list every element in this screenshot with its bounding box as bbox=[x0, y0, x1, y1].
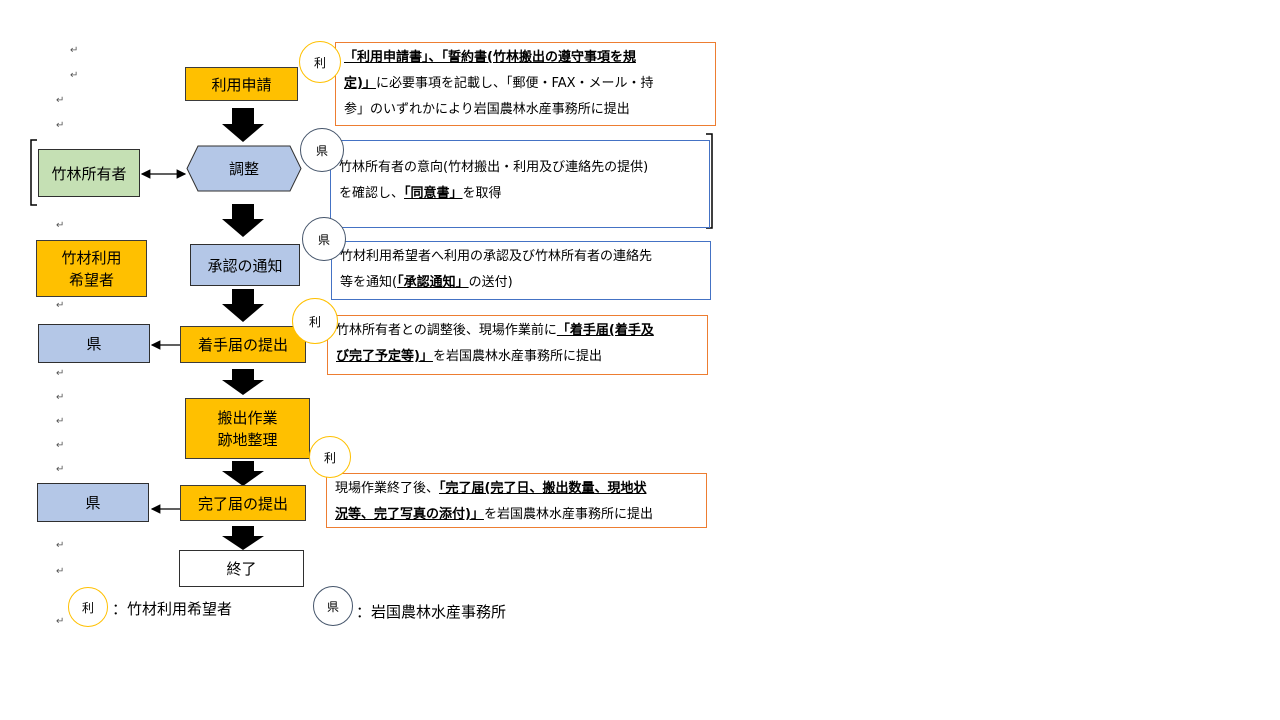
note-adjust-a2: を確認し、 bbox=[339, 186, 405, 201]
note-complete-b2: を岩国農林水産事務所に提出 bbox=[483, 507, 653, 522]
flow-arrow-1 bbox=[222, 108, 264, 142]
step-approval-notice: 承認の通知 bbox=[190, 244, 300, 286]
owner-label: 竹林所有者 bbox=[51, 164, 127, 183]
note-apply: 「利用申請書」、「誓約書(竹林搬出の遵守事項を規 定)」に必要事項を記載し、「郵… bbox=[335, 42, 716, 126]
note-start: 竹林所有者との調整後、現場作業前に「着手届(着手及 び完了予定等)」を岩国農林水… bbox=[327, 315, 708, 375]
legend-ken-badge: 県 bbox=[326, 599, 339, 614]
step-approval-notice-label: 承認の通知 bbox=[207, 256, 283, 275]
para-mark: ↵ bbox=[56, 392, 65, 403]
flow-arrow-4 bbox=[222, 369, 264, 395]
step-work-line1: 搬出作業 bbox=[217, 408, 278, 427]
badge-ri: 利 bbox=[292, 298, 338, 344]
badge-ri-label: 利 bbox=[308, 314, 321, 329]
note-adjust-u2: 「同意書」 bbox=[404, 186, 463, 201]
para-mark: ↵ bbox=[56, 120, 65, 131]
step-apply: 利用申請 bbox=[185, 67, 298, 101]
note-apply-u2: 定)」 bbox=[344, 76, 376, 91]
para-mark: ↵ bbox=[70, 45, 79, 56]
badge-ken: 県 bbox=[300, 128, 344, 172]
badge-ken-label: 県 bbox=[315, 143, 328, 158]
legend-ri-label: ：竹材利用希望者 bbox=[112, 600, 233, 618]
note-approval-a2: 等を通知( bbox=[340, 275, 398, 290]
badge-ri-label: 利 bbox=[323, 450, 336, 465]
note-complete-u2: 況等、完了写真の添付)」 bbox=[335, 507, 484, 522]
para-mark: ↵ bbox=[56, 220, 65, 231]
step-adjust-label: 調整 bbox=[228, 160, 259, 178]
note-start-a1: 竹林所有者との調整後、現場作業前に bbox=[336, 323, 557, 338]
para-mark: ↵ bbox=[56, 440, 65, 451]
note-apply-t3: 参」のいずれかにより岩国農林水産事務所に提出 bbox=[344, 102, 630, 117]
note-complete-a1: 現場作業終了後、 bbox=[335, 481, 440, 496]
legend-ken-label: ：岩国農林水産事務所 bbox=[356, 603, 507, 621]
note-adjust-b2: を取得 bbox=[462, 186, 502, 201]
badge-ri: 利 bbox=[309, 436, 351, 478]
para-mark: ↵ bbox=[56, 300, 65, 311]
pref-label: 県 bbox=[85, 494, 101, 512]
note-complete: 現場作業終了後、「完了届(完了日、搬出数量、現地状 況等、完了写真の添付)」を岩… bbox=[326, 473, 707, 528]
badge-ri-label: 利 bbox=[313, 55, 326, 70]
para-mark: ↵ bbox=[56, 368, 65, 379]
note-adjust-t1: 竹林所有者の意向(竹材搬出・利用及び連絡先の提供) bbox=[339, 160, 649, 175]
para-mark: ↵ bbox=[56, 540, 65, 551]
note-start-u2: び完了予定等)」 bbox=[336, 349, 433, 364]
pref-label: 県 bbox=[86, 335, 102, 353]
flow-arrow-5 bbox=[222, 461, 264, 486]
step-start-notice-label: 着手届の提出 bbox=[197, 336, 288, 354]
note-adjust: 竹林所有者の意向(竹材搬出・利用及び連絡先の提供) を確認し、「同意書」を取得 bbox=[330, 140, 710, 228]
para-mark: ↵ bbox=[70, 70, 79, 81]
step-complete-notice-label: 完了届の提出 bbox=[197, 494, 288, 513]
applicant-line1: 竹材利用 bbox=[61, 248, 122, 267]
para-mark: ↵ bbox=[56, 464, 65, 475]
flow-arrow-3 bbox=[222, 289, 264, 322]
note-start-b2: を岩国農林水産事務所に提出 bbox=[432, 349, 602, 364]
para-mark: ↵ bbox=[56, 95, 65, 106]
owner-box: 竹林所有者 bbox=[38, 149, 140, 197]
legend-ri-badge: 利 bbox=[81, 600, 94, 615]
step-end: 終了 bbox=[179, 550, 304, 587]
flow-arrow-2 bbox=[222, 204, 264, 237]
step-complete-notice: 完了届の提出 bbox=[180, 485, 306, 521]
para-mark: ↵ bbox=[56, 416, 65, 427]
pref-box-start: 県 bbox=[38, 324, 150, 363]
note-start-u1: 「着手届(着手及 bbox=[556, 323, 654, 338]
legend-ri-icon: 利 bbox=[68, 587, 108, 627]
applicant-box: 竹材利用 希望者 bbox=[36, 240, 147, 297]
pref-box-complete: 県 bbox=[37, 483, 149, 522]
para-mark: ↵ bbox=[56, 616, 65, 627]
step-start-notice: 着手届の提出 bbox=[180, 326, 306, 363]
note-approval-b2: の送付) bbox=[468, 275, 513, 290]
note-approval-t1: 竹材利用希望者へ利用の承認及び竹林所有者の連絡先 bbox=[340, 249, 653, 264]
legend-ken-icon: 県 bbox=[313, 586, 353, 626]
badge-ken-label: 県 bbox=[317, 232, 330, 247]
note-approval: 竹材利用希望者へ利用の承認及び竹林所有者の連絡先 等を通知(「承認通知」の送付) bbox=[331, 241, 711, 300]
flow-arrow-6 bbox=[222, 526, 264, 550]
step-adjust: 調整 bbox=[187, 146, 301, 191]
left-bracket bbox=[30, 139, 37, 206]
badge-ken: 県 bbox=[302, 217, 346, 261]
applicant-line2: 希望者 bbox=[68, 270, 114, 289]
note-complete-u1: 「完了届(完了日、搬出数量、現地状 bbox=[439, 481, 647, 496]
note-approval-u2: 「承認通知」 bbox=[397, 275, 469, 290]
step-end-label: 終了 bbox=[226, 560, 257, 578]
badge-ri: 利 bbox=[299, 41, 341, 83]
para-mark: ↵ bbox=[56, 566, 65, 577]
note-apply-t2: に必要事項を記載し、「郵便・FAX・メール・持 bbox=[375, 76, 654, 91]
step-work-line2: 跡地整理 bbox=[217, 430, 278, 449]
step-apply-label: 利用申請 bbox=[211, 75, 272, 94]
step-work: 搬出作業 跡地整理 bbox=[185, 398, 310, 459]
note-apply-u1: 「利用申請書」、「誓約書(竹林搬出の遵守事項を規 bbox=[344, 50, 636, 65]
